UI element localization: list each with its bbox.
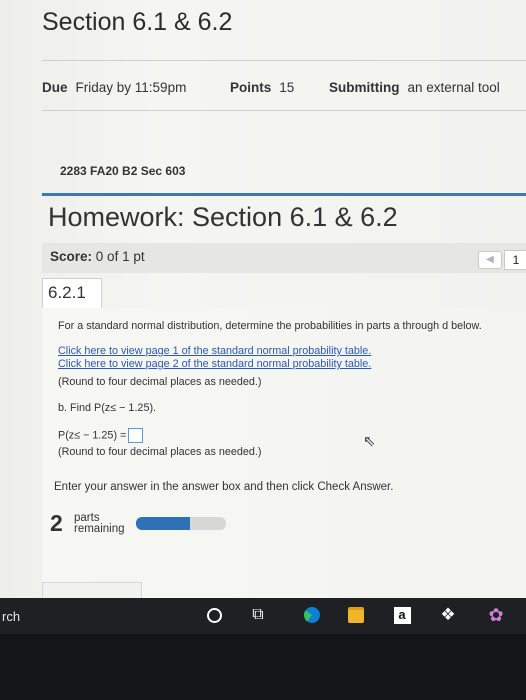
cortana-circle-icon[interactable] bbox=[204, 605, 224, 625]
dark-desk-area bbox=[0, 634, 526, 700]
instruction-text: Enter your answer in the answer box and … bbox=[54, 481, 394, 493]
edge-icon[interactable] bbox=[302, 605, 322, 625]
section-title: Section 6.1 & 6.2 bbox=[42, 8, 233, 36]
course-name: 2283 FA20 B2 Sec 603 bbox=[60, 164, 186, 178]
question-number-selector[interactable]: 1 bbox=[504, 250, 526, 270]
submitting-label: Submitting bbox=[329, 80, 400, 95]
score-label: Score: bbox=[50, 249, 93, 264]
round-note-2: (Round to four decimal places as needed.… bbox=[58, 446, 262, 458]
triangle-left-icon: ◀ bbox=[486, 254, 494, 265]
accent-rule bbox=[42, 193, 526, 196]
taskbar-search-fragment[interactable]: rch bbox=[2, 609, 20, 624]
question-number: 6.2.1 bbox=[48, 283, 86, 302]
points-info: Points 15 bbox=[230, 80, 294, 95]
file-explorer-icon[interactable] bbox=[346, 605, 366, 625]
question-prompt: For a standard normal distribution, dete… bbox=[58, 320, 482, 332]
previous-question-button[interactable]: ◀ bbox=[478, 251, 502, 269]
due-label: Due bbox=[42, 80, 68, 95]
progress-bar-fill bbox=[136, 517, 190, 530]
remaining-word: remaining bbox=[74, 523, 125, 535]
amazon-icon[interactable]: a bbox=[392, 605, 412, 625]
answer-row: P(z≤ − 1.25) = bbox=[58, 428, 144, 443]
answer-label: P(z≤ − 1.25) = bbox=[58, 429, 127, 442]
submitting-info: Submitting an external tool bbox=[329, 80, 500, 95]
parts-remaining-label: parts remaining bbox=[74, 512, 125, 535]
part-b-label: b. Find P(z≤ − 1.25). bbox=[58, 402, 157, 414]
dropbox-icon[interactable]: ❖ bbox=[438, 605, 458, 625]
task-view-icon[interactable]: ⧉ bbox=[248, 605, 268, 625]
mouse-cursor-icon: ⇖ bbox=[363, 433, 376, 450]
parts-count: 2 bbox=[50, 510, 63, 536]
submitting-value: an external tool bbox=[407, 80, 500, 95]
round-note: (Round to four decimal places as needed.… bbox=[58, 376, 262, 388]
points-value: 15 bbox=[279, 80, 295, 95]
divider bbox=[42, 60, 526, 61]
answer-input[interactable] bbox=[128, 428, 144, 443]
due-info: Due Friday by 11:59pm bbox=[42, 80, 186, 95]
due-value: Friday by 11:59pm bbox=[75, 80, 187, 95]
progress-bar bbox=[136, 517, 226, 530]
app-icon[interactable]: ✿ bbox=[486, 605, 506, 625]
divider bbox=[42, 110, 526, 111]
points-label: Points bbox=[230, 80, 272, 95]
homework-title: Homework: Section 6.1 & 6.2 bbox=[48, 202, 398, 232]
table-page1-link[interactable]: Click here to view page 1 of the standar… bbox=[58, 345, 371, 357]
table-page2-link[interactable]: Click here to view page 2 of the standar… bbox=[58, 358, 371, 370]
lower-tab bbox=[42, 582, 142, 599]
score-value: 0 of 1 pt bbox=[95, 249, 145, 264]
score: Score: 0 of 1 pt bbox=[50, 249, 145, 264]
